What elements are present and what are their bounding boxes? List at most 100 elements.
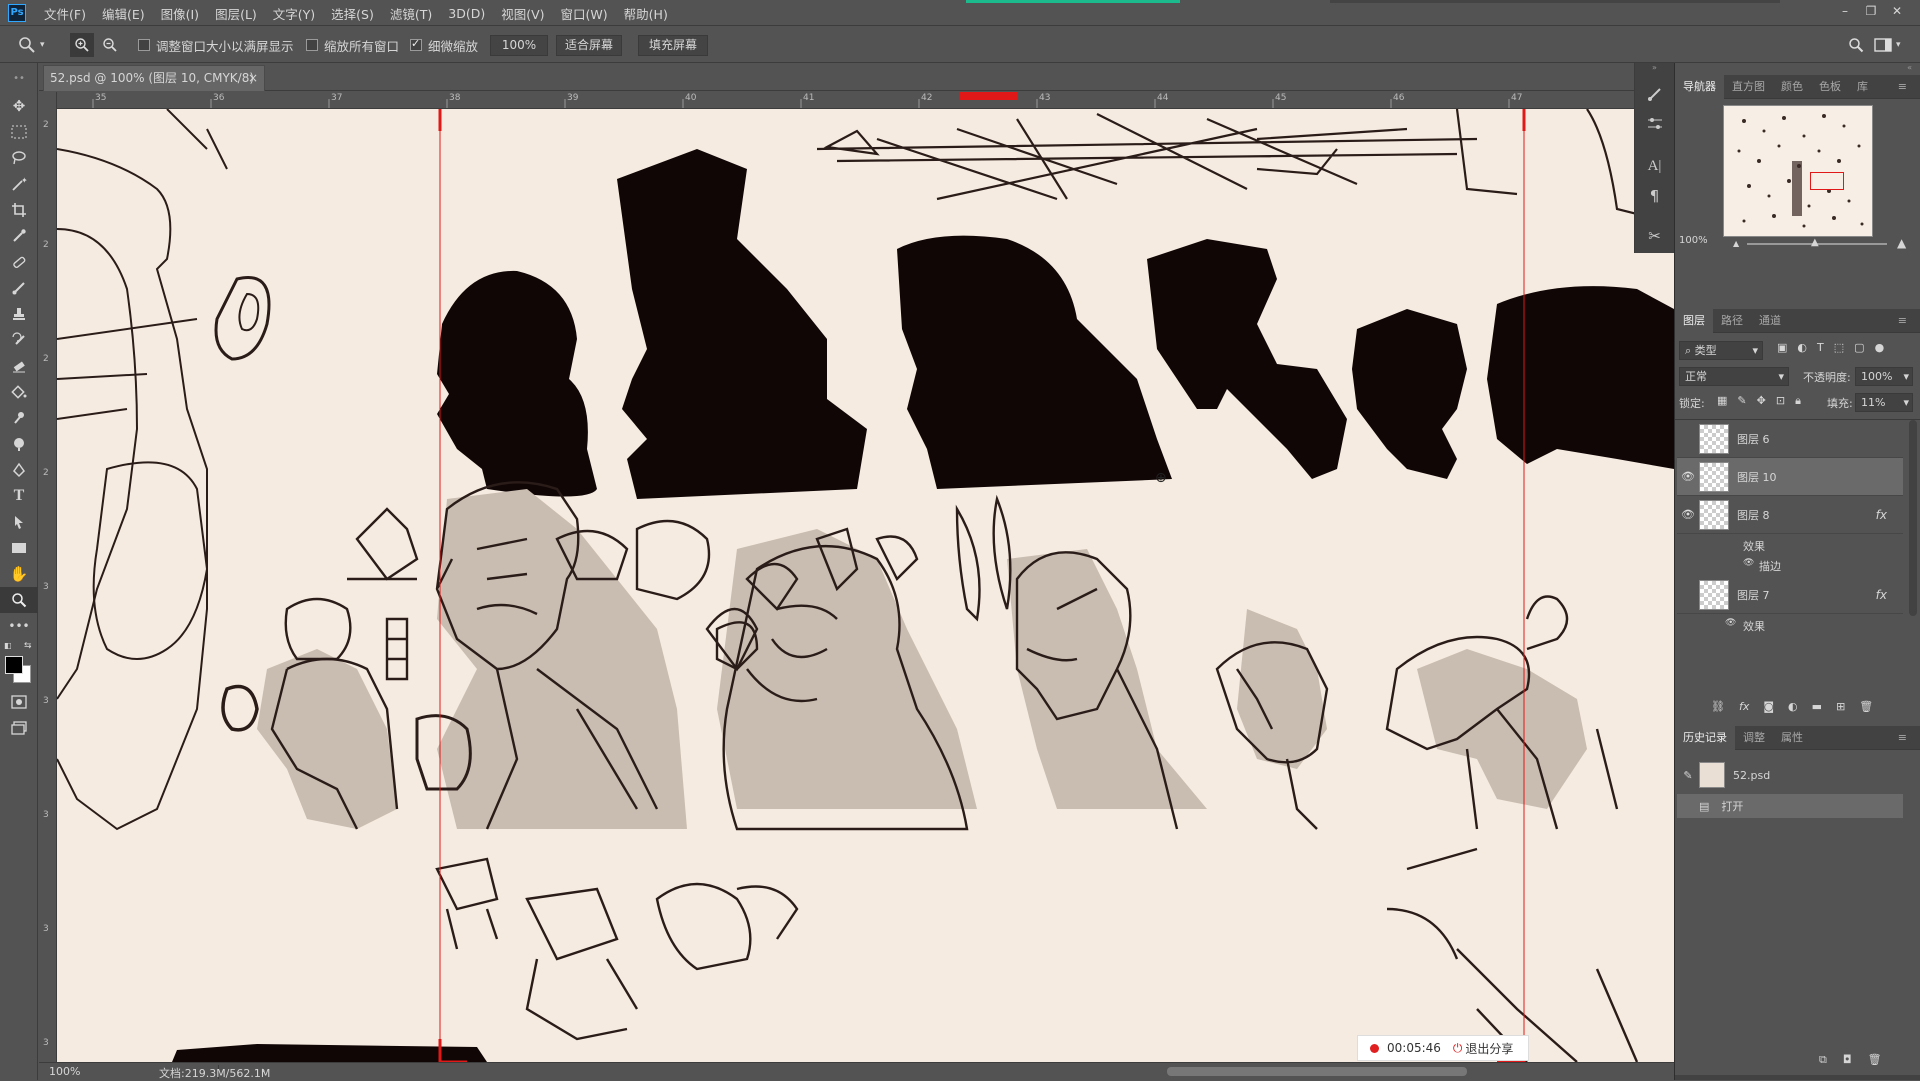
menu-view[interactable]: 视图(V) — [501, 4, 544, 23]
layer-row[interactable]: 👁︎ 图层 8 fx — [1677, 496, 1903, 534]
tool-presets-icon[interactable]: ✂ — [1635, 221, 1674, 251]
menu-edit[interactable]: 编辑(E) — [102, 4, 145, 23]
pen-tool-icon[interactable] — [0, 457, 38, 483]
new-layer-icon[interactable]: ⊞ — [1836, 700, 1845, 713]
adjustment-layer-icon[interactable]: ◐ — [1788, 700, 1798, 713]
tab-history[interactable]: 历史记录 — [1675, 725, 1735, 750]
close-tab-icon[interactable]: × — [248, 66, 258, 90]
adjustments-icon[interactable] — [1635, 109, 1674, 139]
path-selection-tool-icon[interactable] — [0, 509, 38, 535]
panel-menu-icon[interactable]: ≡ — [1890, 75, 1915, 99]
tab-color[interactable]: 颜色 — [1773, 75, 1811, 99]
default-colors-icon[interactable]: ◧ — [4, 641, 12, 650]
layer-filter-select[interactable]: ⌕ 类型 ▾ — [1679, 341, 1763, 360]
status-menu-arrow[interactable]: › — [261, 1064, 265, 1077]
add-mask-icon[interactable]: ◙ — [1763, 700, 1774, 713]
restore-button[interactable]: ❐ — [1858, 4, 1884, 18]
tab-histogram[interactable]: 直方图 — [1724, 75, 1773, 99]
screen-mode-icon[interactable] — [0, 715, 38, 741]
eye-icon[interactable]: 👁︎ — [1725, 618, 1736, 628]
menu-type[interactable]: 文字(Y) — [273, 4, 315, 23]
layer-row[interactable]: 图层 7 fx — [1677, 576, 1903, 614]
fx-icon[interactable]: fx — [1739, 700, 1749, 713]
shape-filter-icon[interactable]: ⬚ — [1834, 341, 1844, 354]
fx-icon[interactable]: fx — [1876, 588, 1887, 602]
stroke-effect-row[interactable]: 👁︎ 描边 — [1675, 556, 1901, 576]
panel-menu-icon[interactable]: ≡ — [1890, 726, 1915, 750]
new-group-icon[interactable]: ▬ — [1812, 700, 1822, 713]
horizontal-scrollbar[interactable] — [1167, 1067, 1467, 1076]
more-tools-icon[interactable]: ••• — [0, 613, 38, 639]
minimize-button[interactable]: – — [1832, 4, 1858, 18]
fill-screen-button[interactable]: 填充屏幕 — [638, 35, 708, 56]
navigator-zoom[interactable]: 100% — [1679, 235, 1708, 246]
eyedropper-tool-icon[interactable] — [0, 223, 38, 249]
tab-adjustments[interactable]: 调整 — [1735, 726, 1773, 750]
layer-row[interactable]: 👁︎ 图层 10 — [1677, 458, 1903, 496]
zoom-tool-icon[interactable] — [0, 587, 38, 613]
smudge-tool-icon[interactable] — [0, 405, 38, 431]
paint-bucket-tool-icon[interactable] — [0, 379, 38, 405]
zoom-percent-button[interactable]: 100% — [490, 35, 548, 56]
camera-icon[interactable]: ◘ — [1843, 1053, 1852, 1067]
history-brush-tool-icon[interactable] — [0, 327, 38, 353]
scrubby-zoom-checkbox[interactable] — [410, 37, 422, 51]
filter-toggle-icon[interactable]: ● — [1875, 341, 1885, 354]
new-document-from-state-icon[interactable]: ⧉ — [1819, 1053, 1827, 1067]
scrubby-zoom-option[interactable]: 细微缩放 — [410, 35, 478, 55]
eye-icon[interactable]: 👁︎ — [1743, 558, 1754, 568]
document-canvas[interactable]: ⊕ — [57, 109, 1674, 1062]
resize-windows-checkbox[interactable] — [138, 39, 150, 51]
tab-properties[interactable]: 属性 — [1773, 726, 1811, 750]
lock-position-icon[interactable]: ✥ — [1757, 394, 1766, 408]
fit-screen-button[interactable]: 适合屏幕 — [556, 35, 622, 56]
lock-all-icon[interactable]: 🔒︎ — [1795, 394, 1801, 408]
clone-stamp-tool-icon[interactable] — [0, 301, 38, 327]
trash-icon[interactable]: 🗑︎ — [1859, 700, 1873, 713]
quick-mask-icon[interactable] — [0, 689, 38, 715]
zoom-in-button[interactable] — [70, 33, 94, 57]
lock-artboard-icon[interactable]: ⊡ — [1776, 394, 1785, 408]
collapse-panels-icon[interactable]: » — [1635, 63, 1674, 79]
eraser-tool-icon[interactable] — [0, 353, 38, 379]
zoom-all-option[interactable]: 缩放所有窗口 — [306, 35, 399, 55]
magic-wand-tool-icon[interactable]: ✦ — [0, 171, 38, 197]
fx-icon[interactable]: fx — [1876, 508, 1887, 522]
menu-select[interactable]: 选择(S) — [331, 4, 374, 23]
tab-libraries[interactable]: 库 — [1849, 75, 1876, 99]
lock-transparent-icon[interactable]: ▦ — [1717, 394, 1727, 408]
resize-windows-option[interactable]: 调整窗口大小以满屏显示 — [138, 35, 294, 55]
opacity-input[interactable]: 100% ▾ — [1855, 367, 1913, 386]
fill-input[interactable]: 11% ▾ — [1855, 393, 1913, 412]
crop-tool-icon[interactable] — [0, 197, 38, 223]
close-window-button[interactable]: ✕ — [1884, 4, 1910, 18]
brush-tool-icon[interactable] — [0, 275, 38, 301]
zoom-out-small-icon[interactable]: ▲ — [1733, 239, 1739, 248]
tab-channels[interactable]: 通道 — [1751, 309, 1789, 333]
menu-image[interactable]: 图像(I) — [161, 4, 199, 23]
layers-scrollbar[interactable] — [1909, 420, 1917, 616]
tab-swatches[interactable]: 色板 — [1811, 75, 1849, 99]
menu-filter[interactable]: 滤镜(T) — [390, 4, 432, 23]
menu-3d[interactable]: 3D(D) — [448, 6, 485, 21]
navigator-thumbnail[interactable] — [1723, 105, 1873, 237]
history-snapshot[interactable]: ✎ 52.psd — [1677, 759, 1903, 791]
pixel-filter-icon[interactable]: ▣ — [1777, 341, 1787, 354]
menu-help[interactable]: 帮助(H) — [624, 4, 668, 23]
swap-colors-icon[interactable]: ⇆ — [24, 641, 32, 651]
layer-row[interactable]: 图层 6 — [1677, 420, 1903, 458]
menu-layer[interactable]: 图层(L) — [215, 4, 257, 23]
document-tab[interactable]: 52.psd @ 100% (图层 10, CMYK/8) × — [43, 65, 265, 91]
dodge-tool-icon[interactable] — [0, 431, 38, 457]
eye-icon[interactable]: 👁︎ — [1677, 470, 1699, 483]
adjustment-filter-icon[interactable]: ◐ — [1797, 341, 1807, 354]
zoom-tool-preset[interactable]: ▾ — [18, 35, 45, 55]
status-zoom[interactable]: 100% — [49, 1065, 80, 1078]
eye-icon[interactable]: 👁︎ — [1677, 508, 1699, 521]
marquee-tool-icon[interactable] — [0, 119, 38, 145]
healing-brush-tool-icon[interactable] — [0, 249, 38, 275]
exit-share-button[interactable]: 退出分享 — [1465, 1040, 1513, 1057]
smart-object-filter-icon[interactable]: ▢ — [1854, 341, 1864, 354]
paragraph-panel-icon[interactable]: ¶ — [1635, 181, 1674, 211]
panel-menu-icon[interactable]: ≡ — [1890, 309, 1915, 333]
